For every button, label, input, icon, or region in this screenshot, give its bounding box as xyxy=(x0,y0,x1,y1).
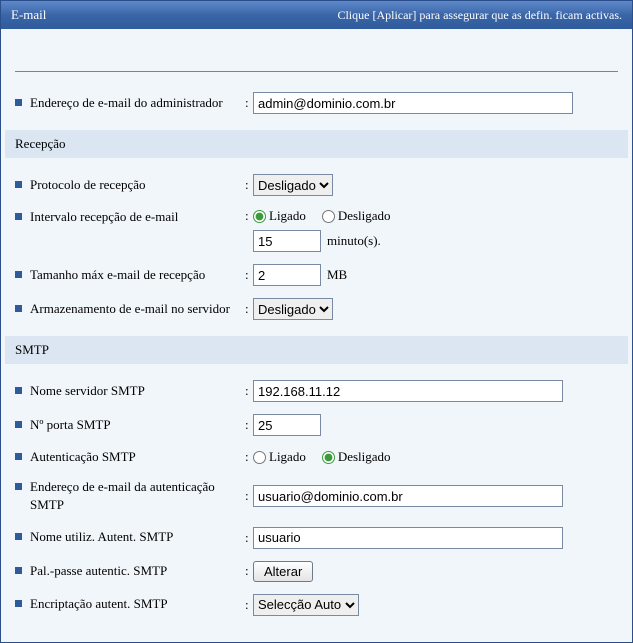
row-smtp-server: Nome servidor SMTP : xyxy=(15,374,618,408)
smtp-encrypt-label: Encriptação autent. SMTP xyxy=(30,595,168,613)
interval-unit: minuto(s). xyxy=(327,233,381,249)
bullet-icon xyxy=(15,453,22,460)
smtp-auth-pass-label: Pal.-passe autentic. SMTP xyxy=(30,562,167,580)
row-smtp-port: Nº porta SMTP : xyxy=(15,408,618,442)
interval-value-input[interactable] xyxy=(253,230,321,252)
row-interval: Intervalo recepção de e-mail : Ligado De… xyxy=(15,202,618,258)
storage-label: Armazenamento de e-mail no servidor xyxy=(30,300,230,318)
smtp-auth-email-input[interactable] xyxy=(253,485,563,507)
smtp-encrypt-select[interactable]: Selecção Auto xyxy=(253,594,359,616)
row-maxsize: Tamanho máx e-mail de recepção : MB xyxy=(15,258,618,292)
smtp-auth-on-radio[interactable] xyxy=(253,451,266,464)
separator xyxy=(15,71,618,72)
smtp-auth-label: Autenticação SMTP xyxy=(30,448,136,466)
smtp-auth-off-radio[interactable] xyxy=(322,451,335,464)
smtp-auth-on-label: Ligado xyxy=(269,449,306,465)
admin-email-input[interactable] xyxy=(253,92,573,114)
smtp-port-input[interactable] xyxy=(253,414,321,436)
bullet-icon xyxy=(15,387,22,394)
row-smtp-auth-user: Nome utiliz. Autent. SMTP : xyxy=(15,521,618,555)
row-protocol: Protocolo de recepção : Desligado xyxy=(15,168,618,202)
row-smtp-auth: Autenticação SMTP : Ligado Desligado xyxy=(15,442,618,472)
maxsize-label: Tamanho máx e-mail de recepção xyxy=(30,266,205,284)
row-storage: Armazenamento de e-mail no servidor : De… xyxy=(15,292,618,326)
maxsize-input[interactable] xyxy=(253,264,321,286)
smtp-auth-user-label: Nome utiliz. Autent. SMTP xyxy=(30,528,173,546)
page-header: E-mail Clique [Aplicar] para assegurar q… xyxy=(1,1,632,29)
smtp-auth-pass-button[interactable]: Alterar xyxy=(253,561,313,582)
interval-on-radio-wrap[interactable]: Ligado xyxy=(253,208,306,224)
smtp-port-label: Nº porta SMTP xyxy=(30,416,111,434)
bullet-icon xyxy=(15,213,22,220)
protocol-select[interactable]: Desligado xyxy=(253,174,333,196)
page-hint: Clique [Aplicar] para assegurar que as d… xyxy=(337,8,622,23)
bullet-icon xyxy=(15,181,22,188)
smtp-auth-off-radio-wrap[interactable]: Desligado xyxy=(322,449,391,465)
maxsize-unit: MB xyxy=(327,267,347,283)
interval-off-radio-wrap[interactable]: Desligado xyxy=(322,208,391,224)
row-smtp-encrypt: Encriptação autent. SMTP : Selecção Auto xyxy=(15,588,618,622)
bullet-icon xyxy=(15,483,22,490)
smtp-auth-user-input[interactable] xyxy=(253,527,563,549)
bullet-icon xyxy=(15,600,22,607)
bullet-icon xyxy=(15,567,22,574)
bullet-icon xyxy=(15,99,22,106)
smtp-auth-on-radio-wrap[interactable]: Ligado xyxy=(253,449,306,465)
section-reception: Recepção xyxy=(5,130,628,158)
page-title: E-mail xyxy=(11,7,46,23)
bullet-icon xyxy=(15,421,22,428)
smtp-server-input[interactable] xyxy=(253,380,563,402)
protocol-label: Protocolo de recepção xyxy=(30,176,146,194)
admin-email-label: Endereço de e-mail do administrador xyxy=(30,94,223,112)
row-smtp-auth-email: Endereço de e-mail da autenticação SMTP … xyxy=(15,472,618,520)
interval-label: Intervalo recepção de e-mail xyxy=(30,208,178,226)
bullet-icon xyxy=(15,533,22,540)
row-admin-email: Endereço de e-mail do administrador : xyxy=(15,86,618,120)
bullet-icon xyxy=(15,271,22,278)
interval-on-label: Ligado xyxy=(269,208,306,224)
bullet-icon xyxy=(15,305,22,312)
smtp-auth-email-label: Endereço de e-mail da autenticação SMTP xyxy=(30,478,245,514)
colon: : xyxy=(245,95,253,111)
smtp-auth-off-label: Desligado xyxy=(338,449,391,465)
storage-select[interactable]: Desligado xyxy=(253,298,333,320)
interval-off-label: Desligado xyxy=(338,208,391,224)
row-smtp-auth-pass: Pal.-passe autentic. SMTP : Alterar xyxy=(15,555,618,588)
interval-off-radio[interactable] xyxy=(322,210,335,223)
interval-on-radio[interactable] xyxy=(253,210,266,223)
smtp-server-label: Nome servidor SMTP xyxy=(30,382,145,400)
section-smtp: SMTP xyxy=(5,336,628,364)
